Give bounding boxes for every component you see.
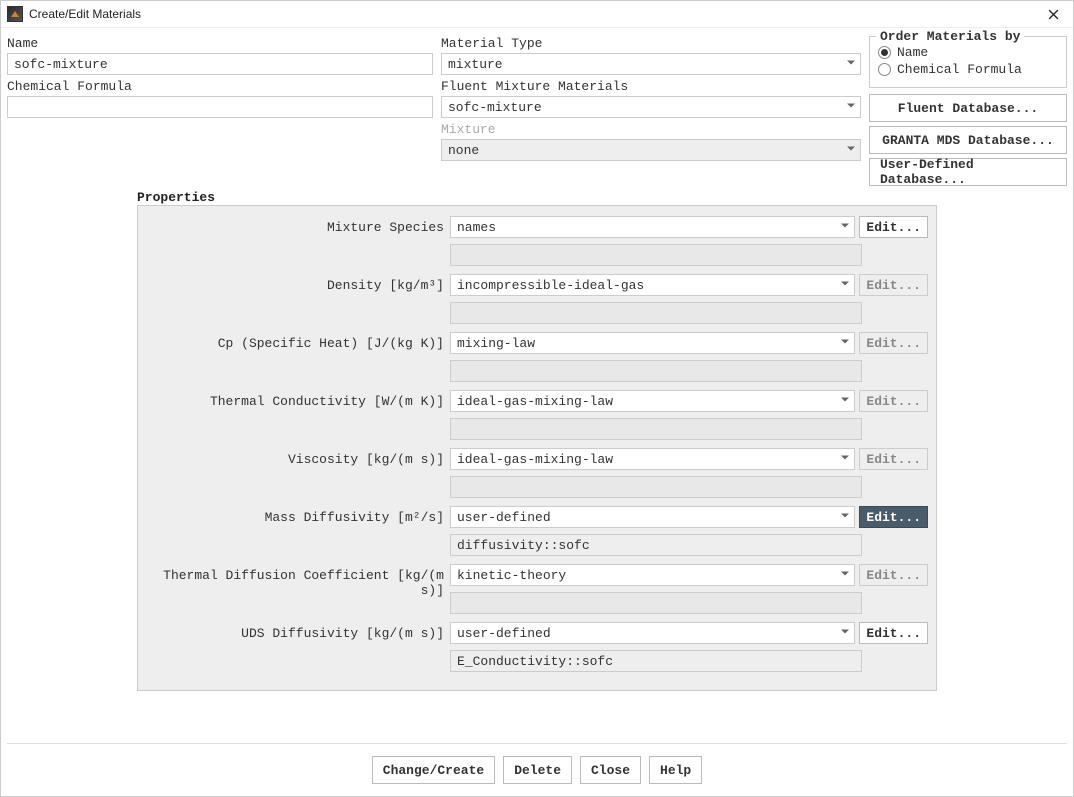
change-create-button[interactable]: Change/Create — [372, 756, 495, 784]
prop-label-massdiff: Mass Diffusivity [m²/s] — [146, 506, 450, 525]
chevron-down-icon — [840, 336, 850, 351]
name-label: Name — [7, 36, 433, 51]
prop-extra-massdiff: diffusivity::sofc — [450, 534, 862, 556]
material-type-label: Material Type — [441, 36, 861, 51]
prop-edit-visc: Edit... — [859, 448, 928, 470]
fluent-database-button[interactable]: Fluent Database... — [869, 94, 1067, 122]
prop-edit-udsdiff[interactable]: Edit... — [859, 622, 928, 644]
radio-icon — [878, 63, 891, 76]
chevron-down-icon — [840, 510, 850, 525]
prop-extra-density — [450, 302, 862, 324]
prop-label-visc: Viscosity [kg/(m s)] — [146, 448, 450, 467]
chevron-down-icon — [840, 626, 850, 641]
fluent-mixture-select[interactable]: sofc-mixture — [441, 96, 861, 118]
mixture-label: Mixture — [441, 122, 861, 137]
chevron-down-icon — [846, 57, 856, 72]
help-button[interactable]: Help — [649, 756, 702, 784]
prop-select-cp[interactable]: mixing-law — [450, 332, 855, 354]
user-defined-database-button[interactable]: User-Defined Database... — [869, 158, 1067, 186]
prop-select-species[interactable]: names — [450, 216, 855, 238]
prop-select-massdiff[interactable]: user-defined — [450, 506, 855, 528]
prop-edit-cp: Edit... — [859, 332, 928, 354]
properties-legend: Properties — [137, 190, 1067, 205]
prop-edit-thermdiff: Edit... — [859, 564, 928, 586]
prop-extra-species — [450, 244, 862, 266]
titlebar: Create/Edit Materials — [1, 1, 1073, 28]
window-title: Create/Edit Materials — [29, 7, 141, 21]
prop-edit-thermcond: Edit... — [859, 390, 928, 412]
chevron-down-icon — [846, 100, 856, 115]
prop-label-cp: Cp (Specific Heat) [J/(kg K)] — [146, 332, 450, 351]
prop-label-thermcond: Thermal Conductivity [W/(m K)] — [146, 390, 450, 409]
material-type-select[interactable]: mixture — [441, 53, 861, 75]
prop-select-udsdiff[interactable]: user-defined — [450, 622, 855, 644]
prop-extra-udsdiff: E_Conductivity::sofc — [450, 650, 862, 672]
chevron-down-icon — [840, 220, 850, 235]
prop-edit-species[interactable]: Edit... — [859, 216, 928, 238]
close-window-button[interactable] — [1039, 3, 1067, 25]
delete-button[interactable]: Delete — [503, 756, 572, 784]
prop-select-density[interactable]: incompressible-ideal-gas — [450, 274, 855, 296]
order-by-name-radio[interactable]: Name — [878, 45, 1058, 60]
formula-input[interactable] — [7, 96, 433, 118]
prop-edit-density: Edit... — [859, 274, 928, 296]
prop-label-udsdiff: UDS Diffusivity [kg/(m s)] — [146, 622, 450, 641]
prop-label-density: Density [kg/m³] — [146, 274, 450, 293]
radio-icon — [878, 46, 891, 59]
name-input[interactable]: sofc-mixture — [7, 53, 433, 75]
mixture-select: none — [441, 139, 861, 161]
chevron-down-icon — [840, 394, 850, 409]
prop-extra-cp — [450, 360, 862, 382]
prop-label-thermdiff: Thermal Diffusion Coefficient [kg/(m s)] — [146, 564, 450, 598]
dialog-window: Create/Edit Materials Name sofc-mixture … — [0, 0, 1074, 797]
chevron-down-icon — [840, 568, 850, 583]
prop-select-thermcond[interactable]: ideal-gas-mixing-law — [450, 390, 855, 412]
prop-select-thermdiff[interactable]: kinetic-theory — [450, 564, 855, 586]
granta-database-button[interactable]: GRANTA MDS Database... — [869, 126, 1067, 154]
fluent-mixture-label: Fluent Mixture Materials — [441, 79, 861, 94]
formula-label: Chemical Formula — [7, 79, 433, 94]
app-icon — [7, 6, 23, 22]
chevron-down-icon — [840, 278, 850, 293]
chevron-down-icon — [846, 143, 856, 158]
prop-select-visc[interactable]: ideal-gas-mixing-law — [450, 448, 855, 470]
footer: Change/Create Delete Close Help — [7, 744, 1067, 796]
close-icon — [1048, 9, 1059, 20]
prop-edit-massdiff[interactable]: Edit... — [859, 506, 928, 528]
order-by-legend: Order Materials by — [876, 29, 1024, 44]
prop-extra-thermdiff — [450, 592, 862, 614]
order-by-formula-radio[interactable]: Chemical Formula — [878, 62, 1058, 77]
prop-extra-visc — [450, 476, 862, 498]
chevron-down-icon — [840, 452, 850, 467]
prop-extra-thermcond — [450, 418, 862, 440]
properties-box: Mixture Species names Edit... — [137, 205, 937, 691]
order-by-group: Order Materials by Name Chemical Formula — [869, 36, 1067, 88]
close-button[interactable]: Close — [580, 756, 641, 784]
prop-label-species: Mixture Species — [146, 216, 450, 235]
